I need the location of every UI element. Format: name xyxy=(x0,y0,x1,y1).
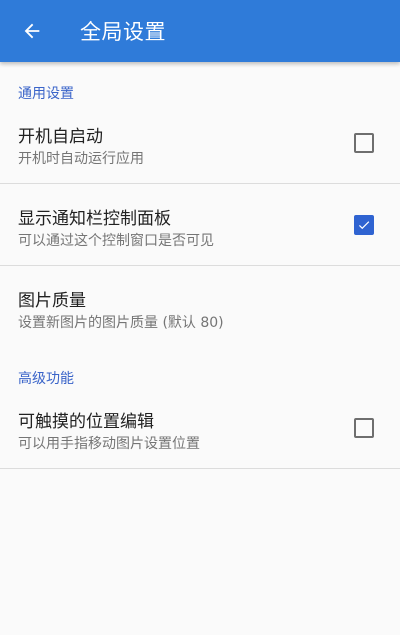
pref-title: 可触摸的位置编辑 xyxy=(18,412,154,432)
pref-title: 图片质量 xyxy=(18,291,86,311)
section-header-advanced: 高级功能 xyxy=(18,371,74,387)
back-button[interactable] xyxy=(0,0,64,62)
pref-title: 显示通知栏控制面板 xyxy=(18,209,171,229)
notification-panel-checkbox[interactable] xyxy=(354,215,374,235)
pref-title: 开机自启动 xyxy=(18,127,103,147)
page-title: 全局设置 xyxy=(80,20,166,44)
pref-summary: 可以通过这个控制窗口是否可见 xyxy=(18,233,214,249)
pref-image-quality[interactable]: 图片质量 设置新图片的图片质量 (默认 80) xyxy=(0,266,400,348)
autostart-checkbox[interactable] xyxy=(354,133,374,153)
section-header-general: 通用设置 xyxy=(18,86,74,102)
pref-autostart[interactable]: 开机自启动 开机时自动运行应用 xyxy=(0,102,400,184)
pref-summary: 设置新图片的图片质量 (默认 80) xyxy=(18,315,224,331)
app-bar: 全局设置 xyxy=(0,0,400,62)
touch-position-edit-checkbox[interactable] xyxy=(354,418,374,438)
arrow-back-icon xyxy=(24,23,40,39)
pref-notification-panel[interactable]: 显示通知栏控制面板 可以通过这个控制窗口是否可见 xyxy=(0,184,400,266)
pref-summary: 可以用手指移动图片设置位置 xyxy=(18,436,200,452)
pref-touch-position-edit[interactable]: 可触摸的位置编辑 可以用手指移动图片设置位置 xyxy=(0,387,400,469)
pref-summary: 开机时自动运行应用 xyxy=(18,151,144,167)
check-icon xyxy=(358,221,370,230)
